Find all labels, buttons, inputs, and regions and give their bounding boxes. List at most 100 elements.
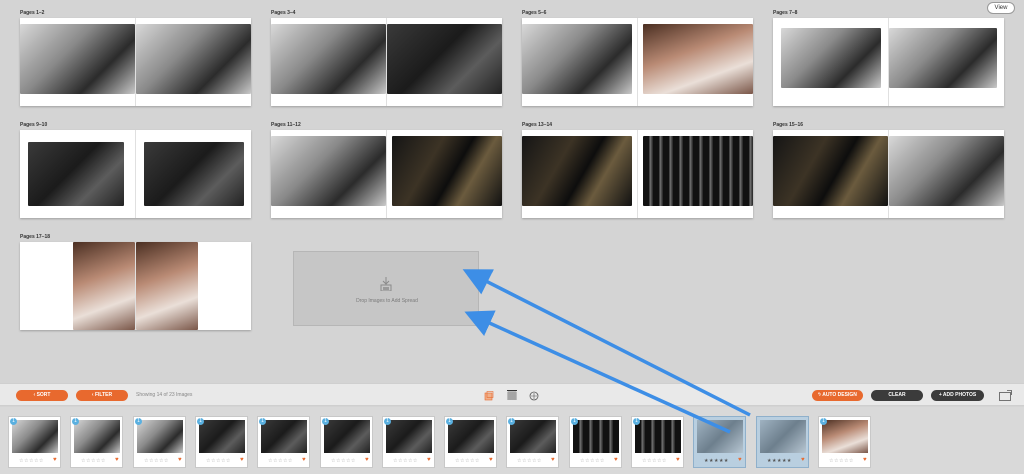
photo[interactable] xyxy=(20,24,135,94)
right-page[interactable] xyxy=(135,242,252,330)
photo[interactable] xyxy=(522,24,632,94)
heart-icon[interactable]: ♥ xyxy=(551,457,555,463)
tray-thumbnail[interactable]: ★★★★★ ♥ xyxy=(693,416,746,468)
tray-thumbnail[interactable]: ★★★★★ ♥ xyxy=(756,416,809,468)
photo[interactable] xyxy=(271,136,386,206)
photo[interactable] xyxy=(781,28,881,88)
photo[interactable] xyxy=(888,28,997,88)
photo-tray: 1 ☆☆☆☆☆ ♥ 1 ☆☆☆☆☆ ♥ 1 ☆☆☆☆☆ ♥ 1 ☆☆☆☆☆ ♥ 1 ☆☆☆☆☆ ♥ 1 ☆☆☆☆… xyxy=(0,407,1024,474)
heart-icon[interactable]: ♥ xyxy=(53,457,57,463)
spread[interactable]: Pages 13–14 xyxy=(522,122,753,226)
star-rating[interactable]: ★★★★★ xyxy=(704,458,729,464)
photo[interactable] xyxy=(642,136,753,206)
star-rating[interactable]: ☆☆☆☆☆ xyxy=(455,458,480,464)
star-rating[interactable]: ☆☆☆☆☆ xyxy=(829,458,854,464)
left-page[interactable] xyxy=(773,18,889,106)
usage-count-badge: 1 xyxy=(72,418,79,425)
add-photos-button[interactable]: + ADD PHOTOS xyxy=(931,390,984,401)
right-page[interactable] xyxy=(387,130,503,218)
tray-thumbnail[interactable]: 1 ☆☆☆☆☆ ♥ xyxy=(195,416,248,468)
layers-icon[interactable] xyxy=(529,391,539,401)
heart-icon[interactable]: ♥ xyxy=(489,457,493,463)
tray-thumbnail[interactable]: 1 ☆☆☆☆☆ ♥ xyxy=(444,416,497,468)
photos-icon[interactable] xyxy=(484,391,494,401)
left-page[interactable] xyxy=(271,130,387,218)
heart-icon[interactable]: ♥ xyxy=(302,457,306,463)
heart-icon[interactable]: ♥ xyxy=(614,457,618,463)
photo[interactable] xyxy=(391,136,502,206)
tray-thumbnail[interactable]: 1 ☆☆☆☆☆ ♥ xyxy=(506,416,559,468)
left-page[interactable] xyxy=(20,18,136,106)
spread[interactable]: Pages 1–2 xyxy=(20,10,251,114)
spread[interactable]: Pages 9–10 xyxy=(20,122,251,226)
star-rating[interactable]: ☆☆☆☆☆ xyxy=(144,458,169,464)
star-rating[interactable]: ☆☆☆☆☆ xyxy=(580,458,605,464)
right-page[interactable] xyxy=(386,18,503,106)
right-page[interactable] xyxy=(135,18,252,106)
sort-button[interactable]: ‹ SORT xyxy=(16,390,68,401)
heart-icon[interactable]: ♥ xyxy=(365,457,369,463)
spread[interactable]: Pages 3–4 xyxy=(271,10,502,114)
tray-thumbnail[interactable]: 1 ☆☆☆☆☆ ♥ xyxy=(257,416,310,468)
tray-thumbnail[interactable]: 1 ☆☆☆☆☆ ♥ xyxy=(70,416,123,468)
clear-button[interactable]: CLEAR xyxy=(871,390,923,401)
photo[interactable] xyxy=(135,24,251,94)
left-page[interactable] xyxy=(522,130,638,218)
expand-tray-icon[interactable] xyxy=(999,390,1012,401)
heart-icon[interactable]: ♥ xyxy=(863,457,867,463)
star-rating[interactable]: ☆☆☆☆☆ xyxy=(268,458,293,464)
tray-thumbnail[interactable]: 1 ☆☆☆☆☆ ♥ xyxy=(8,416,61,468)
spread[interactable]: Pages 5–6 xyxy=(522,10,753,114)
tray-thumbnail[interactable]: 1 ☆☆☆☆☆ ♥ xyxy=(133,416,186,468)
star-rating[interactable]: ☆☆☆☆☆ xyxy=(393,458,418,464)
left-page[interactable] xyxy=(522,18,638,106)
filter-button[interactable]: ‹ FILTER xyxy=(76,390,128,401)
right-page[interactable] xyxy=(638,18,754,106)
photo[interactable] xyxy=(271,24,386,94)
heart-icon[interactable]: ♥ xyxy=(115,457,119,463)
spread[interactable]: Pages 15–16 xyxy=(773,122,1004,226)
auto-design-button[interactable]: ϟ AUTO DESIGN xyxy=(812,390,863,401)
right-page[interactable] xyxy=(638,130,754,218)
photo[interactable] xyxy=(143,142,244,206)
right-page[interactable] xyxy=(136,130,252,218)
left-page[interactable] xyxy=(20,130,136,218)
photo[interactable] xyxy=(522,136,632,206)
left-page[interactable] xyxy=(271,18,387,106)
left-page[interactable] xyxy=(20,242,136,330)
photo[interactable] xyxy=(386,24,502,94)
grid-view-icon[interactable] xyxy=(507,390,517,400)
photo[interactable] xyxy=(135,242,198,330)
photo[interactable] xyxy=(773,136,888,206)
star-rating[interactable]: ☆☆☆☆☆ xyxy=(642,458,667,464)
spread[interactable]: Pages 17–18 xyxy=(20,234,251,338)
heart-icon[interactable]: ♥ xyxy=(738,457,742,463)
photo[interactable] xyxy=(642,24,753,94)
heart-icon[interactable]: ♥ xyxy=(676,457,680,463)
photo[interactable] xyxy=(73,242,135,330)
left-page[interactable] xyxy=(773,130,889,218)
star-rating[interactable]: ☆☆☆☆☆ xyxy=(19,458,44,464)
photo[interactable] xyxy=(888,136,1004,206)
star-rating[interactable]: ☆☆☆☆☆ xyxy=(206,458,231,464)
star-rating[interactable]: ★★★★★ xyxy=(767,458,792,464)
heart-icon[interactable]: ♥ xyxy=(178,457,182,463)
photo[interactable] xyxy=(28,142,124,206)
heart-icon[interactable]: ♥ xyxy=(801,457,805,463)
tray-thumbnail[interactable]: 1 ☆☆☆☆☆ ♥ xyxy=(569,416,622,468)
star-rating[interactable]: ☆☆☆☆☆ xyxy=(331,458,356,464)
tray-thumbnail[interactable]: 1 ☆☆☆☆☆ ♥ xyxy=(631,416,684,468)
tray-thumbnail[interactable]: 1 ☆☆☆☆☆ ♥ xyxy=(382,416,435,468)
tray-thumbnail[interactable]: 1 ☆☆☆☆☆ ♥ xyxy=(320,416,373,468)
right-page[interactable] xyxy=(888,18,1005,106)
star-rating[interactable]: ☆☆☆☆☆ xyxy=(81,458,106,464)
heart-icon[interactable]: ♥ xyxy=(240,457,244,463)
spread[interactable]: Pages 7–8 xyxy=(773,10,1004,114)
star-rating[interactable]: ☆☆☆☆☆ xyxy=(517,458,542,464)
usage-count-badge: 1 xyxy=(384,418,391,425)
tray-thumbnail[interactable]: 1 ☆☆☆☆☆ ♥ xyxy=(818,416,871,468)
right-page[interactable] xyxy=(888,130,1005,218)
heart-icon[interactable]: ♥ xyxy=(427,457,431,463)
spread[interactable]: Pages 11–12 xyxy=(271,122,502,226)
drop-zone[interactable]: Drop Images to Add Spread xyxy=(293,251,479,326)
